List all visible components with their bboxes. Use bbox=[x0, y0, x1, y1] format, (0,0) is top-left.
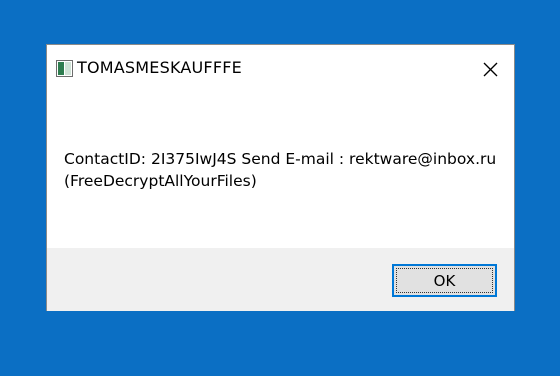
dialog-title: TOMASMESKAUFFFE bbox=[77, 58, 242, 77]
message-text: ContactID: 2I375IwJ4S Send E-mail : rekt… bbox=[64, 148, 496, 192]
message-line-1: ContactID: 2I375IwJ4S Send E-mail : rekt… bbox=[64, 150, 497, 168]
ok-button[interactable]: OK bbox=[392, 264, 497, 297]
app-window-icon bbox=[56, 60, 73, 77]
message-dialog: TOMASMESKAUFFFE ContactID: 2I375IwJ4S Se… bbox=[46, 44, 515, 311]
message-line-2: (FreeDecryptAllYourFiles) bbox=[64, 172, 257, 190]
title-bar[interactable]: TOMASMESKAUFFFE bbox=[47, 45, 514, 93]
dialog-footer: OK bbox=[47, 248, 514, 311]
close-icon bbox=[483, 62, 498, 77]
dialog-content: ContactID: 2I375IwJ4S Send E-mail : rekt… bbox=[47, 93, 514, 248]
ok-button-label: OK bbox=[433, 271, 456, 290]
close-button[interactable] bbox=[468, 45, 514, 93]
